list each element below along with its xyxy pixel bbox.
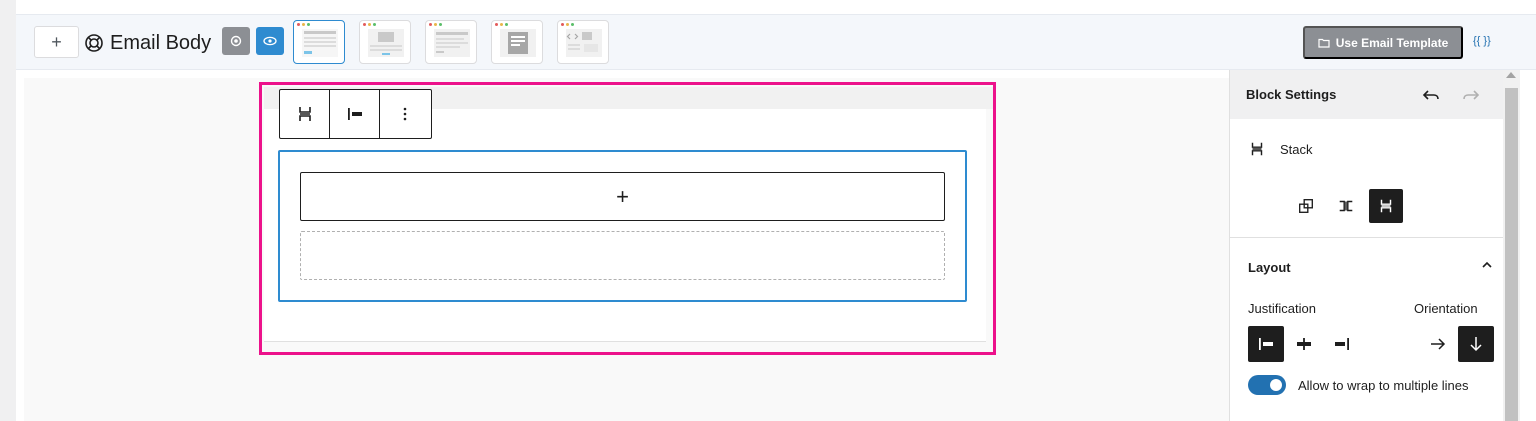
panel-header: Block Settings	[1230, 70, 1504, 119]
redo-icon[interactable]	[1461, 85, 1481, 105]
justification-label: Justification	[1248, 301, 1316, 316]
orientation-vertical-button[interactable]	[1458, 326, 1494, 362]
block-toolbar	[279, 89, 432, 139]
justify-right-icon	[1335, 338, 1349, 350]
orientation-controls	[1420, 326, 1494, 362]
more-vertical-icon	[403, 107, 407, 121]
group-variation-button[interactable]	[1289, 189, 1323, 223]
panel-divider	[1230, 237, 1504, 238]
stack-icon	[1380, 199, 1392, 213]
stack-variation-button[interactable]	[1369, 189, 1403, 223]
justify-right-button[interactable]	[1324, 326, 1360, 362]
preview-button[interactable]	[256, 27, 284, 55]
eye-icon	[263, 36, 277, 46]
panel-title: Block Settings	[1246, 87, 1337, 102]
more-options-button[interactable]	[380, 90, 430, 138]
use-email-template-label: Use Email Template	[1335, 35, 1449, 50]
justify-center-icon	[1297, 338, 1311, 350]
add-block-button[interactable]: +	[34, 26, 79, 58]
page-title: Email Body	[84, 28, 211, 58]
smartcodes-button[interactable]: {{ }}	[1473, 35, 1491, 47]
arrow-right-icon	[1431, 338, 1446, 350]
page-title-text: Email Body	[110, 31, 212, 54]
gear-icon	[230, 35, 242, 47]
text-layout-icon	[434, 29, 470, 57]
folder-icon	[1318, 38, 1330, 48]
orientation-label: Orientation	[1414, 301, 1478, 316]
stack-icon	[1251, 142, 1263, 156]
block-appender-button[interactable]: +	[300, 172, 945, 221]
justify-left-icon	[1259, 338, 1273, 350]
block-name: Stack	[1280, 141, 1313, 157]
code-layout-icon	[566, 29, 602, 57]
wrap-label: Allow to wrap to multiple lines	[1298, 377, 1469, 393]
justify-center-button[interactable]	[1286, 326, 1322, 362]
wrap-toggle[interactable]	[1248, 375, 1286, 395]
top-strip	[16, 0, 1536, 15]
layout-section-title[interactable]: Layout	[1248, 260, 1291, 275]
justify-left-button[interactable]	[1248, 326, 1284, 362]
email-editor: + Email Body Use Email Template {{}} + …	[16, 0, 1536, 421]
justify-left-icon	[347, 108, 362, 120]
image-layout-icon	[368, 29, 404, 57]
chevron-up-icon[interactable]	[1480, 258, 1494, 272]
drop-zone-placeholder[interactable]	[300, 231, 945, 280]
block-settings-panel: Block Settings Stack Layout Justificatio…	[1229, 70, 1504, 421]
scrollbar-thumb[interactable]	[1505, 88, 1518, 421]
justify-button[interactable]	[330, 90, 380, 138]
lifebuoy-icon	[85, 34, 103, 52]
template-thumb-1[interactable]	[293, 20, 345, 64]
wrap-setting: Allow to wrap to multiple lines	[1248, 375, 1469, 395]
use-email-template-button[interactable]: Use Email Template	[1303, 26, 1463, 59]
scroll-up-arrow-icon[interactable]	[1506, 72, 1516, 78]
layout-icon	[302, 29, 338, 57]
orientation-horizontal-button[interactable]	[1420, 326, 1456, 362]
template-thumb-3[interactable]	[425, 20, 477, 64]
block-type-button[interactable]	[280, 90, 330, 138]
row-variation-button[interactable]	[1329, 189, 1363, 223]
note-layout-icon	[500, 29, 536, 57]
template-thumb-2[interactable]	[359, 20, 411, 64]
arrow-down-icon	[1470, 337, 1482, 352]
block-variations	[1289, 189, 1403, 223]
template-thumb-5[interactable]	[557, 20, 609, 64]
settings-button[interactable]	[222, 27, 250, 55]
row-icon	[1339, 200, 1353, 212]
group-icon	[1299, 199, 1313, 213]
block-card: Stack	[1248, 140, 1313, 158]
justification-controls	[1248, 326, 1360, 362]
stack-icon	[298, 107, 311, 121]
template-thumb-4[interactable]	[491, 20, 543, 64]
editor-toolbar: + Email Body Use Email Template {{}}	[16, 15, 1536, 70]
undo-icon[interactable]	[1421, 85, 1441, 105]
